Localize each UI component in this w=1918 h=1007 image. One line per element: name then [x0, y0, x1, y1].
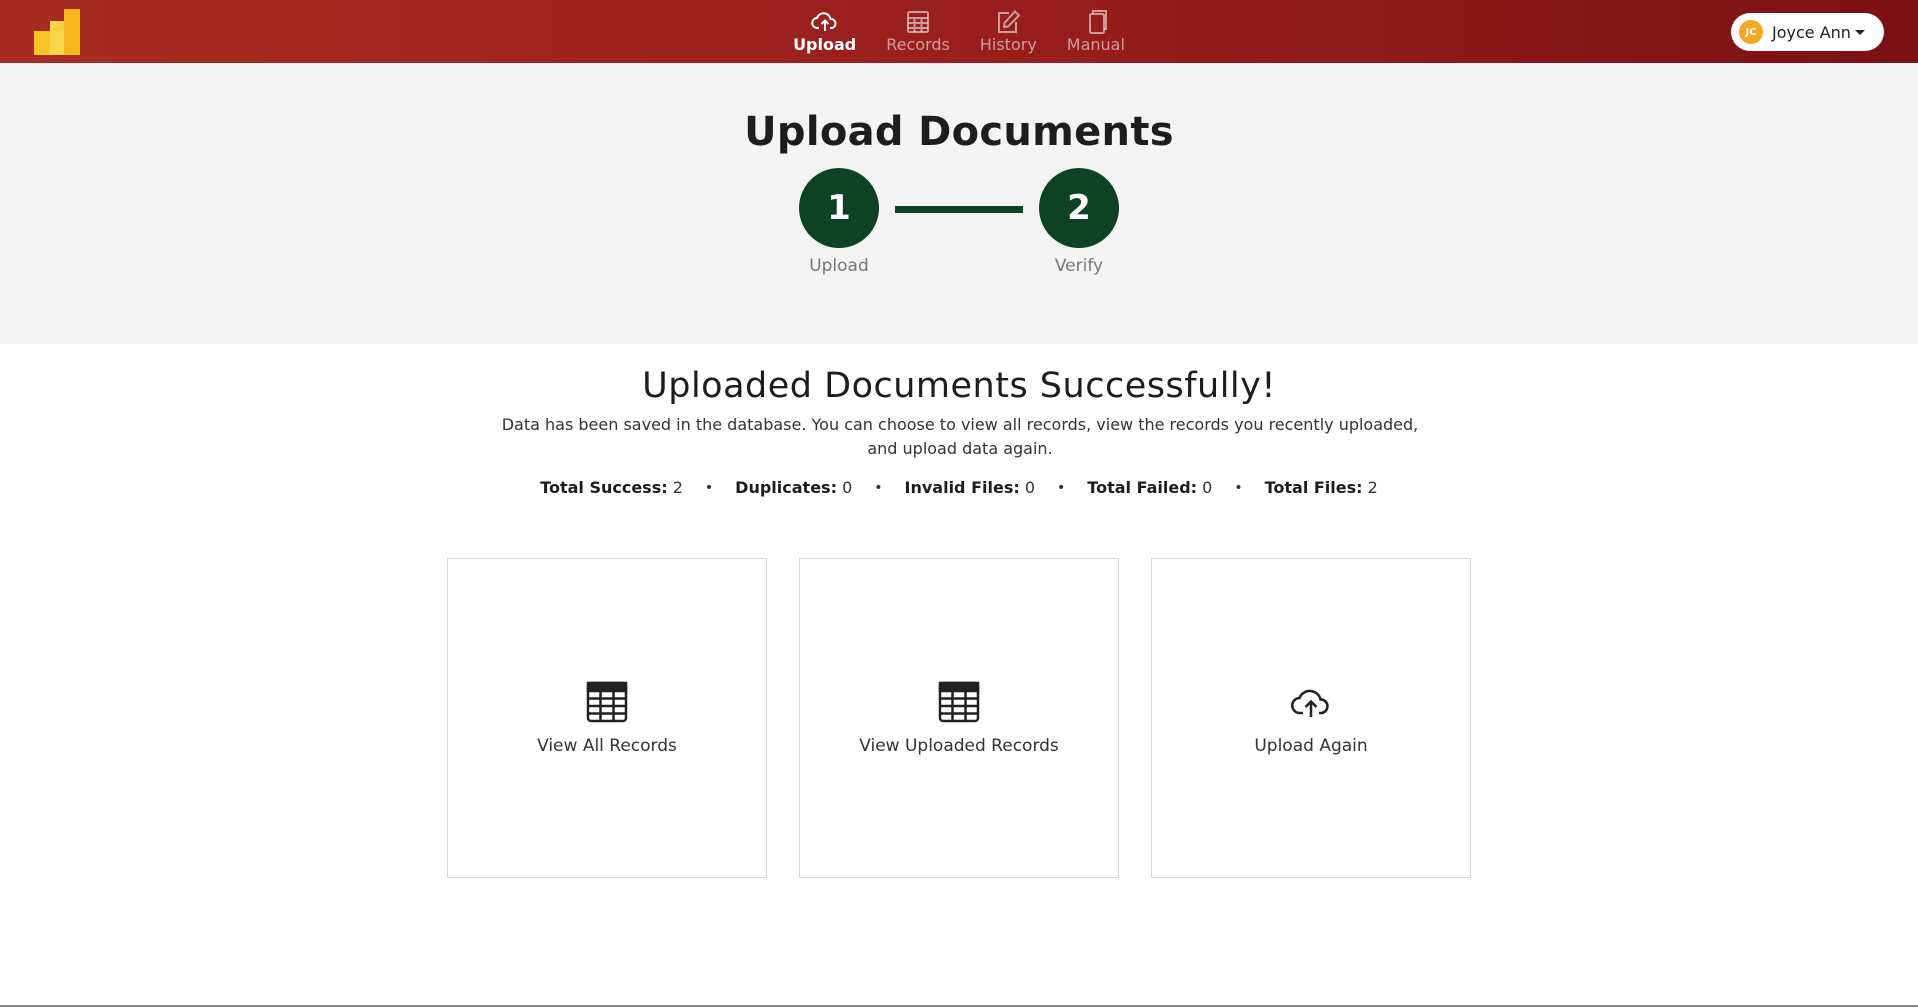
- edit-icon: [998, 10, 1021, 33]
- nav-upload[interactable]: Upload: [778, 0, 871, 63]
- caret-down-icon: [1854, 29, 1865, 35]
- nav-history-label: History: [979, 35, 1037, 54]
- nav-records[interactable]: Records: [871, 0, 965, 63]
- stat-value: 0: [842, 478, 853, 497]
- avatar: JC: [1739, 20, 1763, 44]
- separator-dot: •: [1057, 479, 1066, 496]
- upload-again-card[interactable]: Upload Again: [1151, 558, 1471, 878]
- success-description: Data has been saved in the database. You…: [501, 415, 1419, 458]
- table-icon: [586, 681, 628, 723]
- stepper-header: Upload Documents 1 2 Upload Verify: [0, 63, 1918, 344]
- page-title: Upload Documents: [744, 109, 1174, 155]
- card-label: View All Records: [537, 736, 677, 756]
- table-icon: [938, 681, 980, 723]
- card-label: View Uploaded Records: [859, 736, 1059, 756]
- table-icon: [907, 11, 930, 33]
- cloud-upload-icon: [1291, 689, 1329, 717]
- main-nav: Upload Records History Manual: [0, 0, 1918, 63]
- success-title: Uploaded Documents Successfully!: [642, 366, 1276, 406]
- nav-records-label: Records: [886, 35, 950, 54]
- view-uploaded-records-card[interactable]: View Uploaded Records: [799, 558, 1119, 878]
- step-1-circle: 1: [799, 168, 879, 248]
- stat-label: Duplicates:: [735, 478, 837, 497]
- stat-duplicates: Duplicates: 0: [735, 478, 852, 497]
- stat-value: 0: [1024, 478, 1036, 497]
- stat-value: 2: [672, 478, 683, 497]
- copy-icon: [1088, 10, 1107, 34]
- nav-manual[interactable]: Manual: [1052, 0, 1140, 63]
- stat-label: Total Files:: [1264, 478, 1363, 497]
- step-connector: [895, 206, 1023, 213]
- nav-manual-label: Manual: [1066, 35, 1125, 54]
- step-2-label: Verify: [1054, 256, 1104, 276]
- stat-total-success: Total Success: 2: [540, 478, 683, 497]
- separator-dot: •: [874, 479, 883, 496]
- stat-value: 0: [1202, 478, 1213, 497]
- nav-upload-label: Upload: [793, 35, 857, 54]
- separator-dot: •: [704, 479, 714, 496]
- stat-label: Total Success:: [540, 478, 668, 497]
- nav-history[interactable]: History: [965, 0, 1052, 63]
- cloud-upload-icon: [810, 12, 837, 31]
- stat-invalid-files: Invalid Files: 0: [905, 478, 1036, 497]
- separator-dot: •: [1234, 479, 1243, 496]
- stat-total-files: Total Files: 2: [1265, 478, 1378, 497]
- stat-value: 2: [1367, 478, 1378, 497]
- view-all-records-card[interactable]: View All Records: [447, 558, 767, 878]
- top-navbar: Upload Records History Manual JC Joyce A…: [0, 0, 1918, 63]
- upload-stats: Total Success: 2 • Duplicates: 0 • Inval…: [0, 478, 1918, 497]
- card-label: Upload Again: [1254, 736, 1368, 756]
- stat-total-failed: Total Failed: 0: [1087, 478, 1212, 497]
- user-menu-button[interactable]: JC Joyce Ann: [1731, 13, 1884, 51]
- stat-label: Total Failed:: [1087, 478, 1198, 497]
- step-1-label: Upload: [809, 256, 869, 276]
- step-2-circle: 2: [1039, 168, 1119, 248]
- stat-label: Invalid Files:: [904, 478, 1020, 497]
- user-name: Joyce Ann: [1772, 22, 1851, 42]
